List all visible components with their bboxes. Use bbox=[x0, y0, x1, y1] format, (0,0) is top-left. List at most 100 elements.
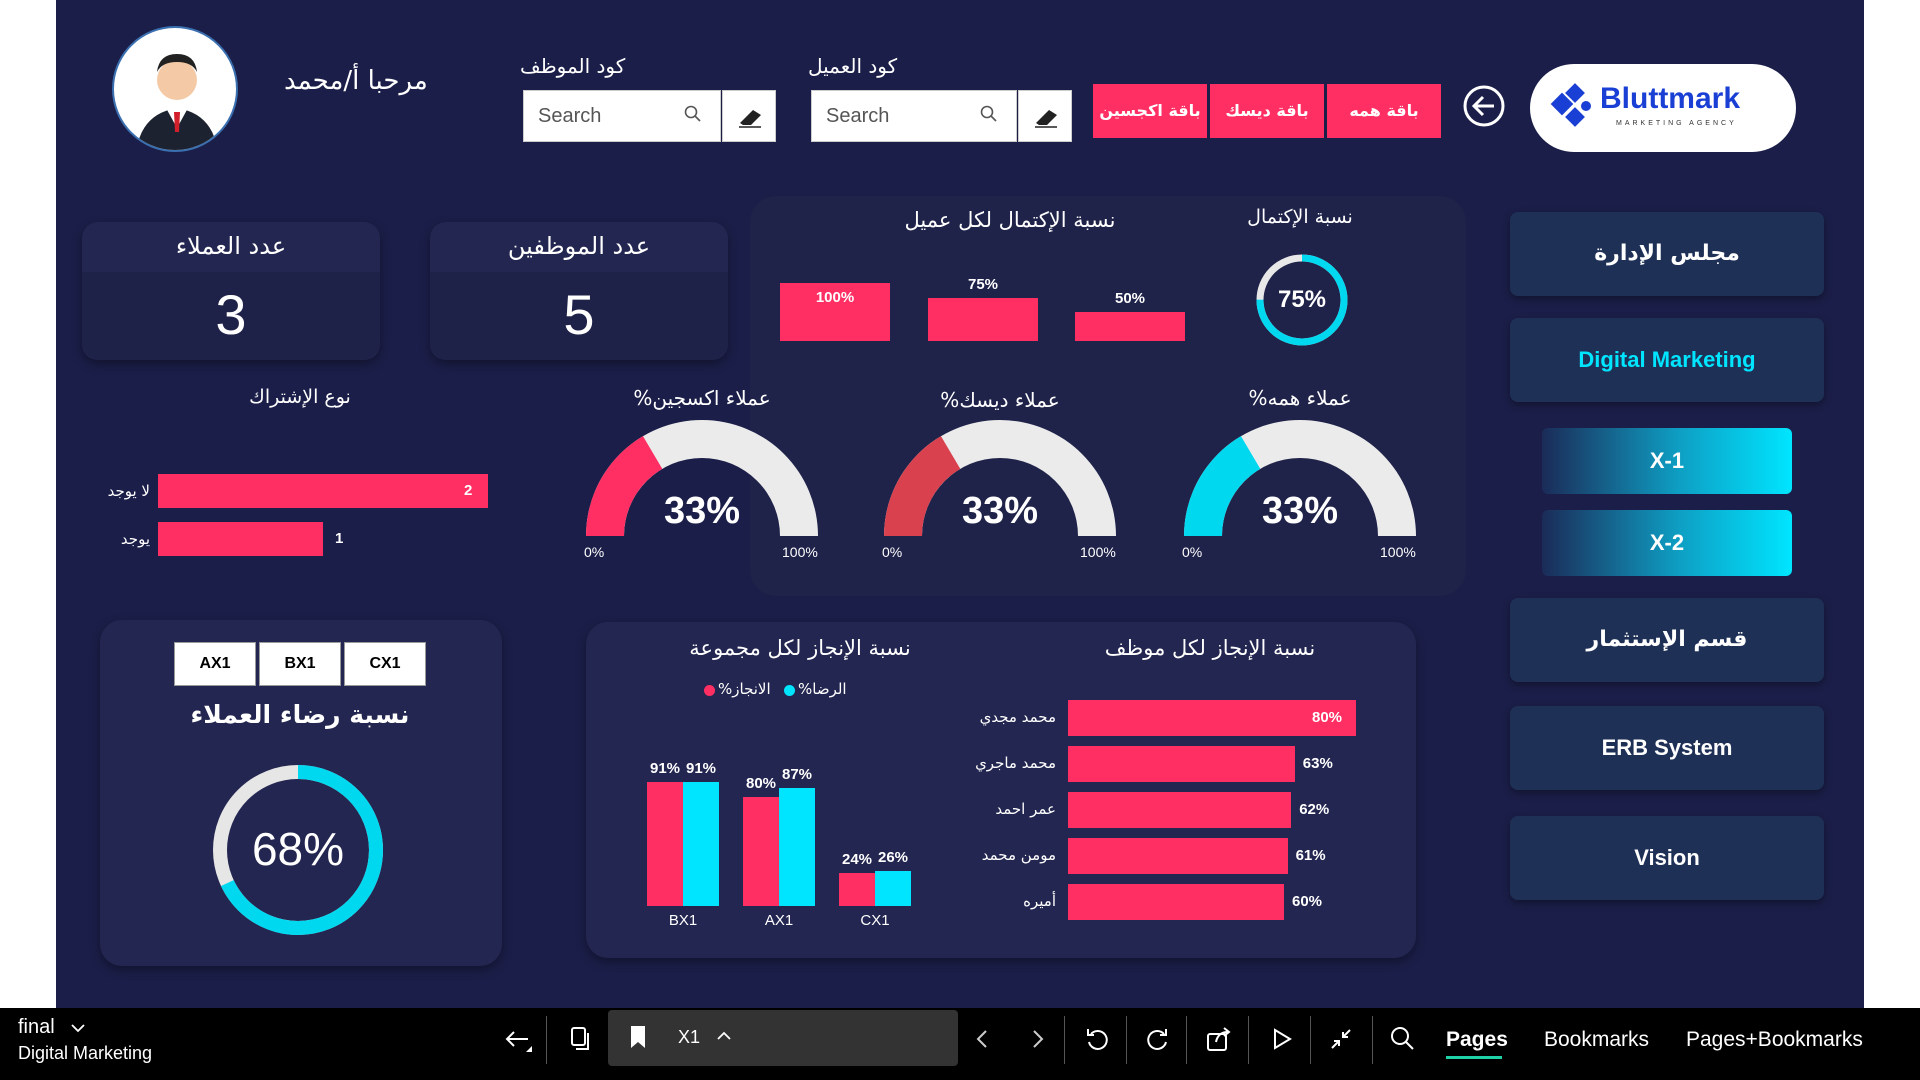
refresh-icon[interactable] bbox=[1140, 1022, 1174, 1056]
package-disk-button[interactable]: باقة ديسك bbox=[1210, 84, 1324, 138]
subscription-row-label: يوجد bbox=[120, 530, 150, 548]
previous-icon[interactable] bbox=[966, 1022, 1000, 1056]
collapse-icon[interactable] bbox=[1324, 1022, 1358, 1056]
gauge-max-label: 100% bbox=[782, 544, 818, 560]
subscription-type-title: نوع الإشتراك bbox=[249, 386, 351, 408]
nav-x1[interactable]: X-1 bbox=[1542, 428, 1792, 494]
employee-bar bbox=[1068, 884, 1284, 920]
employee-code-search-input[interactable]: Search bbox=[523, 90, 721, 142]
gauge-title: %عملاء همه bbox=[1248, 386, 1352, 410]
back-arrow-button[interactable] bbox=[1462, 84, 1506, 128]
play-icon[interactable] bbox=[1264, 1022, 1298, 1056]
clear-client-button[interactable] bbox=[1018, 90, 1072, 142]
satisfaction-value: 68% bbox=[251, 823, 345, 875]
completion-bar bbox=[1075, 312, 1185, 341]
gauge-min-label: 0% bbox=[1182, 544, 1203, 560]
bookmark-selector[interactable]: X1 bbox=[608, 1010, 958, 1066]
group-category-label: BX1 bbox=[668, 912, 698, 929]
subscription-bar bbox=[158, 522, 323, 556]
employee-bar bbox=[1068, 792, 1292, 828]
chevron-down-icon[interactable] bbox=[70, 1022, 86, 1034]
employee-name-label: عمر احمد bbox=[995, 800, 1056, 818]
completion-bar-label: 50% bbox=[1114, 290, 1146, 307]
search-icon bbox=[684, 105, 701, 122]
avatar bbox=[112, 26, 238, 152]
nav-investment[interactable]: قسم الإستثمار bbox=[1510, 598, 1824, 682]
package-oxygen-button[interactable]: باقة اكجسين bbox=[1093, 84, 1207, 138]
gauge-max-label: 100% bbox=[1380, 544, 1416, 560]
gauge-value: 33% bbox=[1261, 490, 1339, 532]
logo-mark-icon bbox=[1550, 83, 1591, 127]
employee-code-label: كود الموظف bbox=[520, 54, 626, 78]
employee-bar-label: 63% bbox=[1302, 755, 1333, 772]
toolbar-separator bbox=[1064, 1016, 1065, 1064]
toolbar-separator bbox=[1126, 1016, 1127, 1064]
employee-achievement-title: نسبة الإنجاز لكل موظف bbox=[1104, 636, 1316, 660]
satisfaction-title: نسبة رضاء العملاء bbox=[190, 700, 410, 729]
toolbar-separator bbox=[1372, 1016, 1373, 1064]
package-hema-button[interactable]: باقة همه bbox=[1327, 84, 1441, 138]
gauge-title: %عملاء ديسك bbox=[940, 388, 1060, 412]
tab-pages[interactable]: Pages bbox=[1446, 1028, 1508, 1052]
employee-bar-label: 60% bbox=[1292, 893, 1323, 910]
group-bar bbox=[839, 873, 875, 906]
client-code-search-input[interactable]: Search bbox=[811, 90, 1017, 142]
employee-name-label: أميره bbox=[1023, 892, 1056, 910]
tab-bookmarks[interactable]: Bookmarks bbox=[1544, 1028, 1649, 1052]
tab-cx1[interactable]: CX1 bbox=[344, 642, 426, 686]
subscription-row-label: لا يوجد bbox=[107, 482, 150, 500]
toolbar-separator bbox=[546, 1016, 547, 1064]
gauge-min-label: 0% bbox=[584, 544, 605, 560]
employee-name-label: محمد مجدي bbox=[979, 708, 1056, 726]
nav-vision[interactable]: Vision bbox=[1510, 816, 1824, 900]
employee-bar bbox=[1068, 838, 1288, 874]
file-name[interactable]: final bbox=[18, 1016, 55, 1039]
group-bar bbox=[779, 787, 815, 906]
employee-bar-label: 62% bbox=[1299, 801, 1330, 818]
nav-x2[interactable]: X-2 bbox=[1542, 510, 1792, 576]
arrow-left-circle-icon bbox=[1463, 85, 1505, 127]
legend-swatch-satisfaction bbox=[784, 685, 795, 696]
group-bar bbox=[743, 797, 779, 906]
employee-bar bbox=[1068, 746, 1295, 782]
clients-count-value: 3 bbox=[215, 283, 247, 346]
back-icon[interactable] bbox=[500, 1022, 534, 1056]
group-legend: %الانجاز %الرضا bbox=[704, 680, 884, 700]
nav-erb-system[interactable]: ERB System bbox=[1510, 706, 1824, 790]
clear-employee-button[interactable] bbox=[722, 90, 776, 142]
tab-ax1[interactable]: AX1 bbox=[174, 642, 256, 686]
completion-bar-label: 75% bbox=[967, 275, 999, 293]
chevron-up-icon bbox=[717, 1031, 731, 1040]
search-icon bbox=[980, 105, 997, 122]
client-code-label: كود العميل bbox=[808, 54, 898, 78]
tab-bx1[interactable]: BX1 bbox=[259, 642, 341, 686]
search-icon[interactable] bbox=[1386, 1022, 1420, 1056]
gauge-max-label: 100% bbox=[1080, 544, 1116, 560]
eraser-icon bbox=[1035, 110, 1057, 128]
group-category-label: AX1 bbox=[764, 912, 794, 929]
copy-icon[interactable] bbox=[562, 1022, 596, 1056]
legend-swatch-achievement bbox=[704, 685, 715, 696]
gauge-title: %عملاء اكسجين bbox=[633, 386, 771, 410]
legend-label-satisfaction: %الرضا bbox=[798, 680, 847, 698]
completion-ratio-title: نسبة الإكتمال bbox=[1247, 206, 1353, 228]
completion-per-client-title: نسبة الإكتمال لكل عميل bbox=[904, 208, 1116, 232]
share-icon[interactable] bbox=[1202, 1022, 1236, 1056]
next-icon[interactable] bbox=[1020, 1022, 1054, 1056]
clients-count-card: عدد العملاء 3 bbox=[82, 222, 380, 360]
eraser-icon bbox=[739, 110, 761, 128]
employees-count-value: 5 bbox=[563, 283, 595, 346]
nav-board[interactable]: مجلس الإدارة bbox=[1510, 212, 1824, 296]
company-logo: Bluttmark MARKETING AGENCY bbox=[1530, 64, 1796, 152]
group-bar-label: 26% bbox=[877, 848, 909, 866]
undo-icon[interactable] bbox=[1080, 1022, 1114, 1056]
greeting-text: مرحبا أ/محمد bbox=[284, 66, 428, 96]
logo-text: Bluttmark bbox=[1600, 82, 1741, 115]
nav-digital-marketing[interactable]: Digital Marketing bbox=[1510, 318, 1824, 402]
group-bar-label: 87% bbox=[781, 765, 813, 783]
toolbar-separator bbox=[1248, 1016, 1249, 1064]
completion-ratio-value: 75% bbox=[1277, 286, 1327, 313]
page-name: Digital Marketing bbox=[18, 1043, 153, 1063]
group-bar-label: 91% bbox=[685, 760, 717, 778]
tab-pages-bookmarks[interactable]: Pages+Bookmarks bbox=[1686, 1028, 1863, 1052]
